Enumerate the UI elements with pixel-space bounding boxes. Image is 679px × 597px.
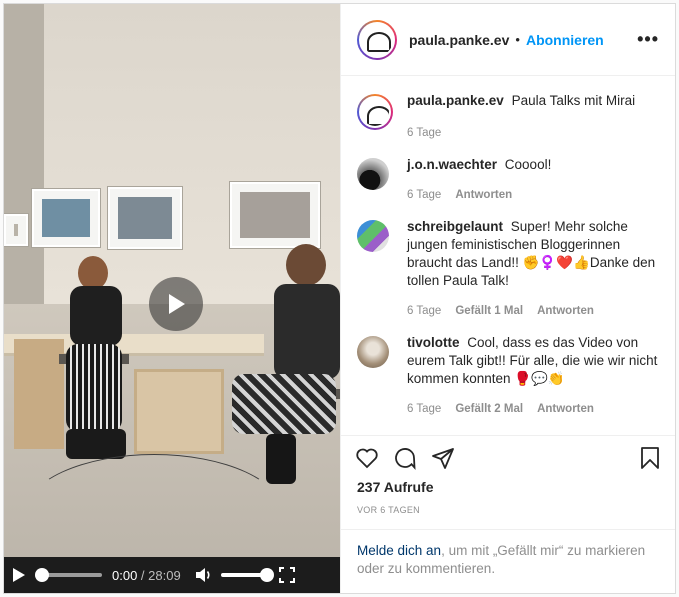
current-time: 0:00 (112, 567, 138, 583)
comment-username[interactable]: paula.panke.ev (407, 93, 504, 108)
post-dialog: 0:00 / 28:09 paula.panke.ev • Abonnieren… (3, 3, 676, 594)
video-player[interactable]: 0:00 / 28:09 (4, 4, 340, 593)
comment-username[interactable]: tivolotte (407, 335, 460, 350)
play-overlay-button[interactable] (149, 277, 203, 331)
volume-slider[interactable] (220, 568, 274, 582)
video-time: 0:00 / 28:09 (112, 568, 181, 583)
post-date[interactable]: VOR 6 TAGEN (341, 499, 675, 529)
fullscreen-icon[interactable] (278, 567, 295, 583)
view-count[interactable]: 237 Aufrufe (341, 479, 675, 499)
comment-age[interactable]: 6 Tage (407, 124, 441, 142)
header-username[interactable]: paula.panke.ev (409, 32, 509, 48)
send-icon[interactable] (431, 446, 455, 470)
volume-icon[interactable] (195, 567, 213, 583)
comment-age[interactable]: 6 Tage (407, 400, 441, 418)
progress-knob[interactable] (35, 568, 49, 582)
avatar[interactable] (357, 94, 393, 130)
avatar[interactable] (357, 336, 389, 368)
time-separator: / (137, 567, 149, 583)
avatar[interactable] (357, 19, 397, 60)
comment-icon[interactable] (393, 446, 417, 470)
list-item: j.o.n.waechter Cooool! 6 Tage Antworten (357, 156, 659, 204)
header-separator: • (515, 32, 520, 47)
video-progress-bar[interactable] (35, 568, 102, 582)
reply-button[interactable]: Antworten (537, 400, 594, 418)
duration: 28:09 (148, 567, 181, 583)
comment-text: Cooool! (504, 157, 552, 172)
volume-knob[interactable] (259, 568, 274, 582)
bookmark-icon[interactable] (639, 446, 661, 470)
comment-age[interactable]: 6 Tage (407, 302, 441, 320)
likes-count[interactable]: Gefällt 1 Mal (455, 302, 523, 320)
ellipsis-icon[interactable]: ••• (637, 29, 659, 50)
post-header: paula.panke.ev • Abonnieren ••• (341, 4, 675, 76)
list-item: schreibgelaunt Super! Mehr solche jungen… (357, 218, 659, 320)
avatar[interactable] (357, 220, 389, 252)
follow-button[interactable]: Abonnieren (526, 32, 604, 48)
comment-age[interactable]: 6 Tage (407, 186, 441, 204)
reply-button[interactable]: Antworten (537, 302, 594, 320)
video-controls: 0:00 / 28:09 (4, 557, 340, 593)
list-item: tivolotte Cool, dass es das Video von eu… (357, 334, 659, 418)
comment-list: paula.panke.ev Paula Talks mit Mirai 6 T… (341, 76, 675, 435)
comment-username[interactable]: schreibgelaunt (407, 219, 503, 234)
login-prompt: Melde dich an, um mit „Gefällt mir“ zu m… (341, 529, 675, 593)
comment-username[interactable]: j.o.n.waechter (407, 157, 497, 172)
list-item: paula.panke.ev Paula Talks mit Mirai 6 T… (357, 92, 659, 142)
login-link[interactable]: Melde dich an (357, 543, 441, 558)
likes-count[interactable]: Gefällt 2 Mal (455, 400, 523, 418)
reply-button[interactable]: Antworten (455, 186, 512, 204)
play-icon (169, 294, 185, 314)
comment-text: Paula Talks mit Mirai (511, 93, 636, 108)
post-side-panel: paula.panke.ev • Abonnieren ••• paula.pa… (340, 4, 675, 593)
action-bar (341, 435, 675, 479)
heart-icon[interactable] (355, 447, 379, 469)
avatar[interactable] (357, 158, 389, 190)
play-icon[interactable] (12, 567, 26, 583)
